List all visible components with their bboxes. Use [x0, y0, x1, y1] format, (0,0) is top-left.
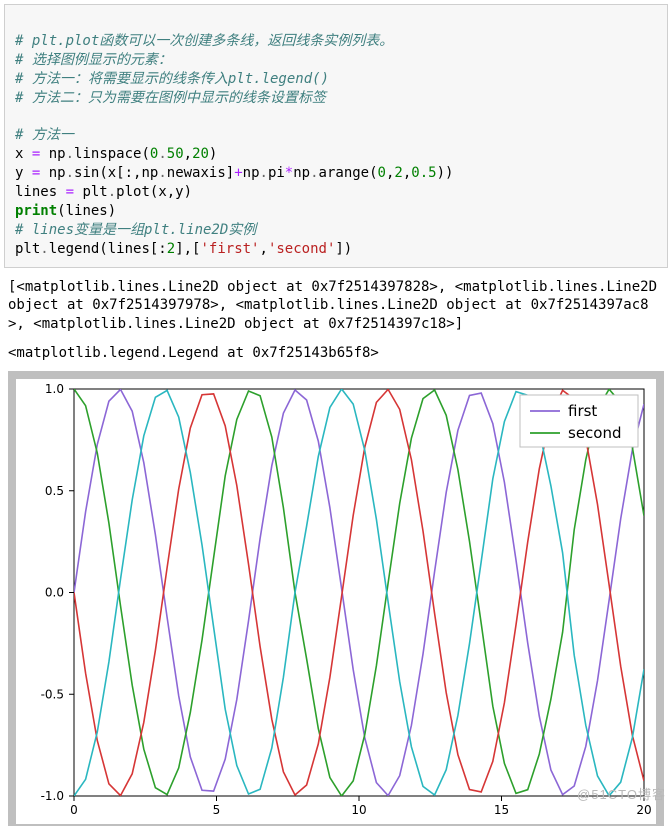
ytick-label: -1.0	[41, 789, 64, 803]
xtick-label: 20	[636, 803, 651, 817]
ytick-label: 0.5	[45, 484, 64, 498]
ytick-label: -0.5	[41, 687, 64, 701]
repr-output: <matplotlib.legend.Legend at 0x7f25143b6…	[0, 334, 672, 363]
plot-figure: 0 5 10 15 20 -1.0 -0.5 0.0 0.5 1.0 first second	[8, 371, 664, 826]
code-line: y = np.sin(x[:,np.newaxis]+np.pi*np.aran…	[15, 165, 453, 181]
ytick-label: 0.0	[45, 586, 64, 600]
code-line: print(lines)	[15, 203, 116, 219]
code-comment: # plt.plot函数可以一次创建多条线，返回线条实例列表。	[15, 33, 393, 49]
plot-svg: 0 5 10 15 20 -1.0 -0.5 0.0 0.5 1.0 first second	[16, 379, 656, 824]
code-line: x = np.linspace(0.50,20)	[15, 146, 217, 162]
xtick-label: 5	[213, 803, 221, 817]
code-comment: # 方法二：只为需要在图例中显示的线条设置标签	[15, 90, 326, 106]
code-comment: # 选择图例显示的元素：	[15, 52, 172, 68]
legend-label: second	[568, 424, 622, 442]
xtick-label: 10	[351, 803, 366, 817]
code-line: lines = plt.plot(x,y)	[15, 184, 192, 200]
plot-container: 0 5 10 15 20 -1.0 -0.5 0.0 0.5 1.0 first second	[0, 363, 672, 830]
legend-label: first	[568, 402, 597, 420]
code-line: plt.legend(lines[:2],['first','second'])	[15, 241, 352, 257]
xtick-label: 0	[70, 803, 78, 817]
ytick-label: 1.0	[45, 382, 64, 396]
code-comment: # lines变量是一组plt.line2D实例	[15, 222, 256, 238]
code-comment: # 方法一	[15, 127, 74, 143]
code-cell: # plt.plot函数可以一次创建多条线，返回线条实例列表。 # 选择图例显示…	[4, 4, 668, 268]
watermark: @51CTO博客	[577, 784, 666, 803]
code-comment: # 方法一：将需要显示的线条传入plt.legend()	[15, 71, 329, 87]
stdout-output: [<matplotlib.lines.Line2D object at 0x7f…	[0, 272, 672, 335]
xtick-label: 15	[494, 803, 509, 817]
